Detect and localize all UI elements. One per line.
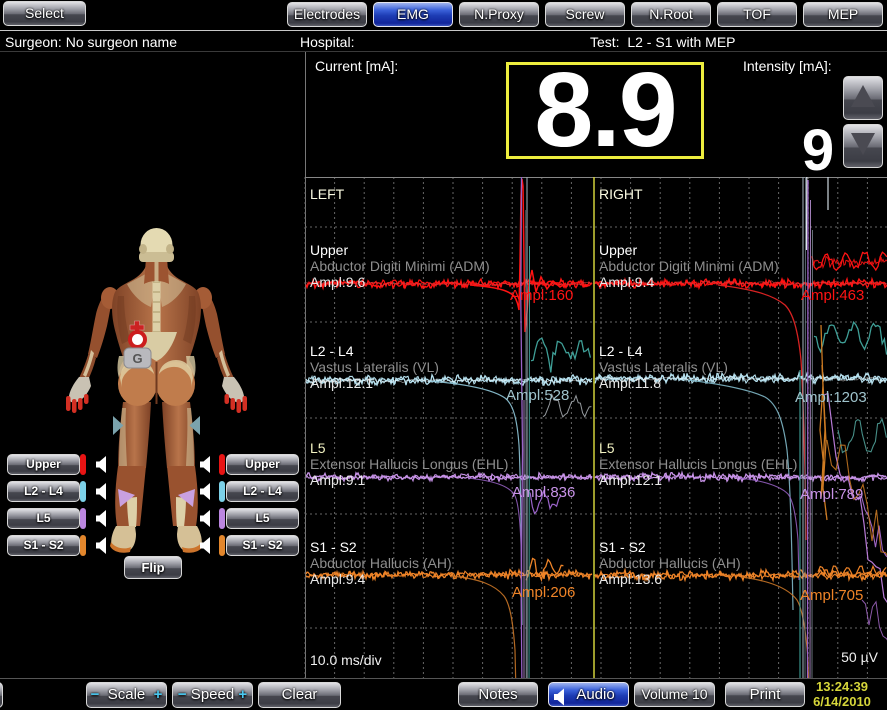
svg-text:Vastus Lateralis (VL): Vastus Lateralis (VL) xyxy=(599,359,728,375)
svg-text:Ampl:9.1: Ampl:9.1 xyxy=(310,472,365,488)
svg-text:Ampl:789: Ampl:789 xyxy=(800,486,863,503)
svg-text:Abductor Digiti Minimi (ADM): Abductor Digiti Minimi (ADM) xyxy=(310,258,490,274)
svg-text:Extensor Hallucis Longus (EHL): Extensor Hallucis Longus (EHL) xyxy=(599,456,797,472)
svg-text:Ampl:9.4: Ampl:9.4 xyxy=(599,274,654,290)
svg-text:Ampl:12.1: Ampl:12.1 xyxy=(310,375,373,391)
svg-text:Ampl:12.1: Ampl:12.1 xyxy=(599,472,662,488)
svg-text:Ampl:160: Ampl:160 xyxy=(510,287,573,304)
svg-text:RIGHT: RIGHT xyxy=(599,186,643,202)
svg-text:L2 - L4: L2 - L4 xyxy=(599,343,643,359)
svg-text:50 µV: 50 µV xyxy=(841,649,879,665)
svg-text:Ampl:1203: Ampl:1203 xyxy=(795,389,867,406)
svg-text:S1 - S2: S1 - S2 xyxy=(310,539,357,555)
svg-text:Abductor Digiti Minimi (ADM): Abductor Digiti Minimi (ADM) xyxy=(599,258,779,274)
svg-text:Upper: Upper xyxy=(599,242,637,258)
svg-text:Abductor Hallucis (AH): Abductor Hallucis (AH) xyxy=(310,555,452,571)
svg-text:Ampl:9.4: Ampl:9.4 xyxy=(310,571,365,587)
svg-text:Ampl:463: Ampl:463 xyxy=(801,287,864,304)
svg-text:LEFT: LEFT xyxy=(310,186,345,202)
svg-text:S1 - S2: S1 - S2 xyxy=(599,539,646,555)
svg-text:Upper: Upper xyxy=(310,242,348,258)
svg-text:L5: L5 xyxy=(310,440,326,456)
svg-text:Ampl:11.8: Ampl:11.8 xyxy=(599,375,661,391)
svg-text:L2 - L4: L2 - L4 xyxy=(310,343,354,359)
svg-text:10.0 ms/div: 10.0 ms/div xyxy=(310,652,382,668)
svg-text:Ampl:9.6: Ampl:9.6 xyxy=(310,274,365,290)
svg-text:Ampl:528: Ampl:528 xyxy=(506,387,569,404)
svg-text:Ampl:206: Ampl:206 xyxy=(512,584,575,601)
svg-text:Ampl:836: Ampl:836 xyxy=(512,484,575,501)
svg-text:Ampl:13.6: Ampl:13.6 xyxy=(599,571,662,587)
svg-text:Ampl:705: Ampl:705 xyxy=(800,587,863,604)
svg-text:Vastus Lateralis (VL): Vastus Lateralis (VL) xyxy=(310,359,439,375)
svg-text:Extensor Hallucis Longus (EHL): Extensor Hallucis Longus (EHL) xyxy=(310,456,508,472)
svg-text:Abductor Hallucis (AH): Abductor Hallucis (AH) xyxy=(599,555,741,571)
svg-text:L5: L5 xyxy=(599,440,615,456)
